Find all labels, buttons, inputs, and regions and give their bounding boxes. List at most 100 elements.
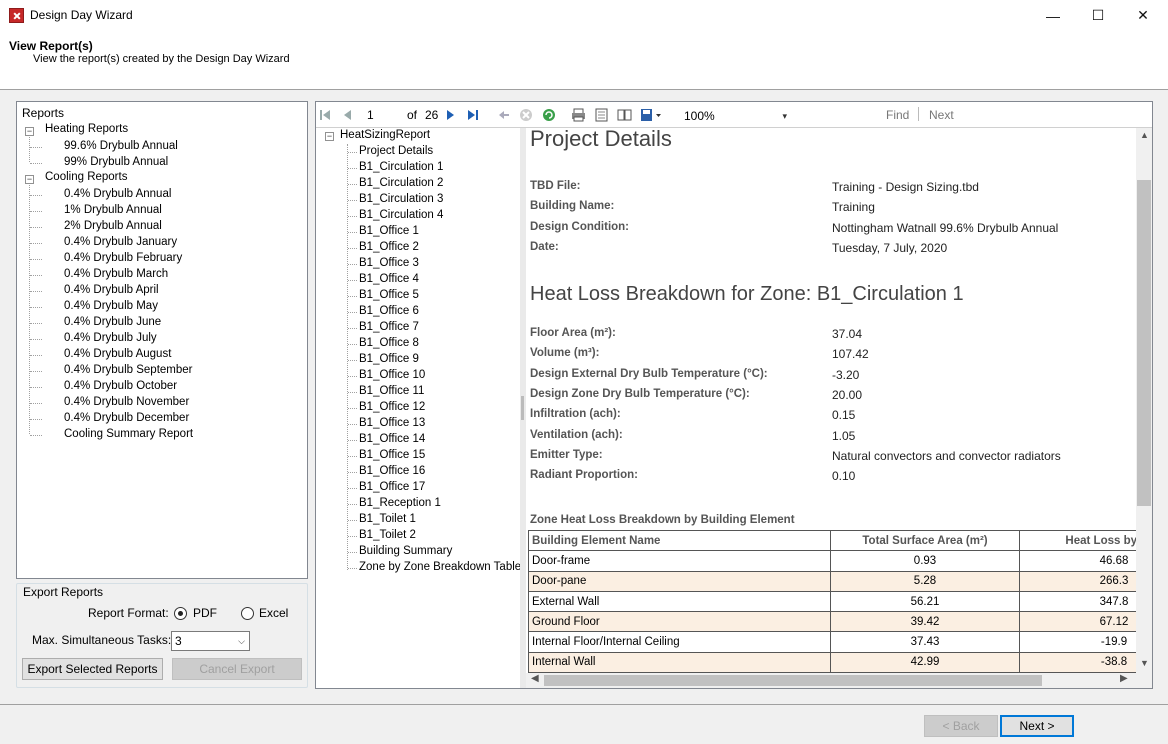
page-subtitle: View the report(s) created by the Design… <box>33 53 290 65</box>
maximize-button[interactable]: ☐ <box>1075 0 1121 31</box>
doc-map-item[interactable]: B1_Office 15 <box>359 449 425 461</box>
tree-item-cooling[interactable]: 0.4% Drybulb November <box>64 396 189 408</box>
next-button[interactable]: Next > <box>1000 715 1074 737</box>
print-icon[interactable] <box>570 105 586 125</box>
table-row: Internal Wall 42.99 -38.8 <box>528 651 1136 673</box>
print-layout-icon[interactable] <box>593 105 609 125</box>
doc-map-root[interactable]: HeatSizingReport <box>340 129 430 141</box>
tree-line <box>348 552 357 553</box>
minimize-button[interactable]: — <box>1030 0 1076 31</box>
doc-map-item[interactable]: B1_Office 4 <box>359 273 419 285</box>
tree-item-cooling[interactable]: 0.4% Drybulb Annual <box>64 188 171 200</box>
back-icon[interactable] <box>497 105 511 125</box>
export-selected-button[interactable]: Export Selected Reports <box>22 658 163 680</box>
tree-group-cooling[interactable]: Cooling Reports <box>45 171 127 183</box>
tree-line <box>348 440 357 441</box>
vertical-scrollbar[interactable]: ▲ ▼ <box>1136 128 1152 673</box>
doc-map-item[interactable]: Zone by Zone Breakdown Table <box>359 561 521 573</box>
back-button[interactable]: < Back <box>924 715 998 737</box>
doc-map-item[interactable]: B1_Circulation 2 <box>359 177 443 189</box>
doc-map-item[interactable]: Building Summary <box>359 545 452 557</box>
chevron-down-icon: ⌵ <box>238 636 245 646</box>
first-page-icon[interactable] <box>318 105 332 125</box>
tree-item-cooling[interactable]: 0.4% Drybulb February <box>64 252 182 264</box>
tree-line <box>348 536 357 537</box>
doc-map-item[interactable]: B1_Office 16 <box>359 465 425 477</box>
doc-map-item[interactable]: B1_Reception 1 <box>359 497 441 509</box>
close-button[interactable]: ✕ <box>1120 0 1166 31</box>
doc-map-item[interactable]: B1_Office 1 <box>359 225 419 237</box>
table-cell: -38.8 <box>1019 651 1136 673</box>
doc-map-item[interactable]: B1_Toilet 2 <box>359 529 416 541</box>
tree-item-heating[interactable]: 99% Drybulb Annual <box>64 156 168 168</box>
export-icon[interactable] <box>639 105 663 125</box>
tree-item-cooling[interactable]: Cooling Summary Report <box>64 428 193 440</box>
pdf-radio-label[interactable]: PDF <box>193 606 217 620</box>
horizontal-scroll-thumb[interactable] <box>544 675 1042 686</box>
cancel-export-button[interactable]: Cancel Export <box>172 658 302 680</box>
excel-radio-label[interactable]: Excel <box>259 606 288 620</box>
scroll-right-icon[interactable]: ▶ <box>1120 673 1128 684</box>
page-setup-icon[interactable] <box>616 105 632 125</box>
tree-item-cooling[interactable]: 0.4% Drybulb October <box>64 380 177 392</box>
find-next-link[interactable]: Next <box>929 108 954 122</box>
doc-map-item[interactable]: B1_Office 5 <box>359 289 419 301</box>
tree-item-cooling[interactable]: 0.4% Drybulb April <box>64 284 159 296</box>
scroll-up-icon[interactable]: ▲ <box>1140 130 1149 140</box>
tree-line <box>348 408 357 409</box>
table-cell: 67.12 <box>1019 611 1136 633</box>
collapse-icon[interactable]: − <box>325 132 334 141</box>
tree-item-cooling[interactable]: 0.4% Drybulb May <box>64 300 158 312</box>
refresh-icon[interactable] <box>541 105 557 125</box>
find-divider <box>918 107 919 121</box>
previous-page-icon[interactable] <box>340 105 354 125</box>
doc-map-item[interactable]: B1_Office 13 <box>359 417 425 429</box>
tree-item-cooling[interactable]: 1% Drybulb Annual <box>64 204 162 216</box>
doc-map-item[interactable]: B1_Toilet 1 <box>359 513 416 525</box>
zoom-select[interactable]: 100% ▾ <box>680 106 792 125</box>
tree-item-cooling[interactable]: 0.4% Drybulb June <box>64 316 161 328</box>
doc-map-item[interactable]: B1_Office 6 <box>359 305 419 317</box>
next-page-icon[interactable] <box>444 105 458 125</box>
doc-map-item[interactable]: B1_Office 9 <box>359 353 419 365</box>
tree-group-heating[interactable]: Heating Reports <box>45 123 128 135</box>
doc-map-item[interactable]: B1_Circulation 1 <box>359 161 443 173</box>
tree-item-cooling[interactable]: 0.4% Drybulb July <box>64 332 157 344</box>
collapse-icon[interactable]: − <box>25 175 34 184</box>
page-number-input[interactable]: 1 <box>362 106 402 124</box>
vertical-scroll-thumb[interactable] <box>1137 180 1151 506</box>
stop-icon[interactable] <box>518 105 534 125</box>
tree-item-heating[interactable]: 99.6% Drybulb Annual <box>64 140 178 152</box>
table-cell: External Wall <box>528 590 831 613</box>
doc-map-item[interactable]: B1_Circulation 3 <box>359 193 443 205</box>
doc-map-item[interactable]: B1_Office 14 <box>359 433 425 445</box>
tree-item-cooling[interactable]: 0.4% Drybulb August <box>64 348 171 360</box>
doc-map-item[interactable]: B1_Office 7 <box>359 321 419 333</box>
tree-item-cooling[interactable]: 0.4% Drybulb January <box>64 236 177 248</box>
tree-line <box>348 472 357 473</box>
horizontal-scrollbar[interactable]: ◀ ▶ <box>526 673 1136 688</box>
tree-item-cooling[interactable]: 0.4% Drybulb December <box>64 412 189 424</box>
tree-item-cooling[interactable]: 0.4% Drybulb March <box>64 268 168 280</box>
doc-map-item[interactable]: B1_Office 17 <box>359 481 425 493</box>
doc-map-item[interactable]: B1_Office 12 <box>359 401 425 413</box>
find-link[interactable]: Find <box>886 108 909 122</box>
doc-map-item[interactable]: Project Details <box>359 145 433 157</box>
collapse-icon[interactable]: − <box>25 127 34 136</box>
tree-line <box>348 312 357 313</box>
max-tasks-select[interactable]: 3 ⌵ <box>171 631 250 651</box>
tree-item-cooling[interactable]: 2% Drybulb Annual <box>64 220 162 232</box>
doc-map-item[interactable]: B1_Circulation 4 <box>359 209 443 221</box>
pdf-radio[interactable] <box>174 607 187 620</box>
last-page-icon[interactable] <box>466 105 480 125</box>
doc-map-item[interactable]: B1_Office 10 <box>359 369 425 381</box>
tree-item-cooling[interactable]: 0.4% Drybulb September <box>64 364 192 376</box>
doc-map-item[interactable]: B1_Office 2 <box>359 241 419 253</box>
doc-map-item[interactable]: B1_Office 11 <box>359 385 424 397</box>
scroll-down-icon[interactable]: ▼ <box>1140 658 1149 668</box>
max-tasks-value: 3 <box>175 634 182 648</box>
excel-radio[interactable] <box>241 607 254 620</box>
doc-map-item[interactable]: B1_Office 3 <box>359 257 419 269</box>
doc-map-item[interactable]: B1_Office 8 <box>359 337 419 349</box>
scroll-left-icon[interactable]: ◀ <box>531 673 539 684</box>
